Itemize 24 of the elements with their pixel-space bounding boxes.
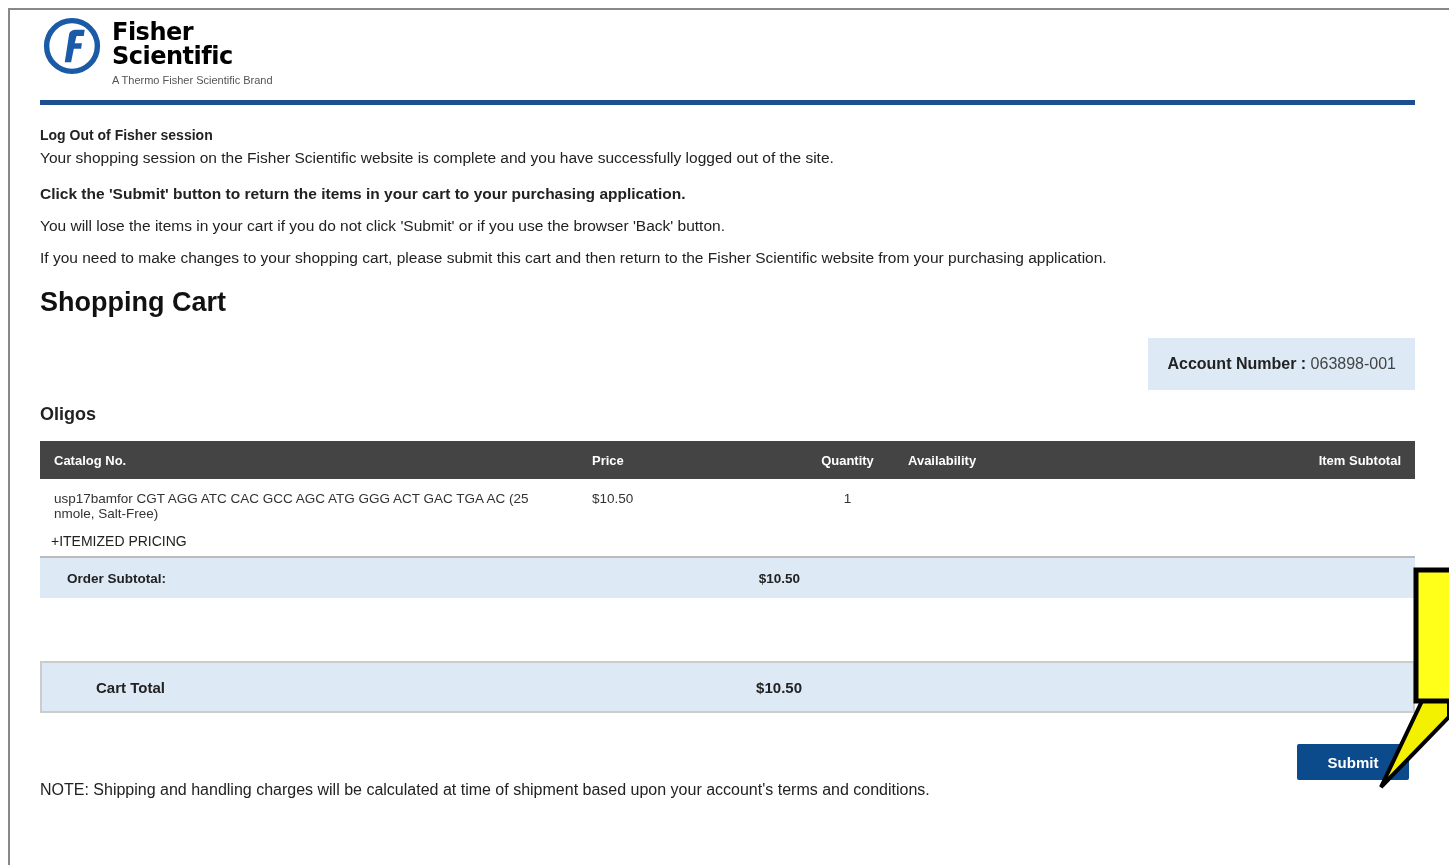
- shipping-note: NOTE: Shipping and handling charges will be calculated at time of shipment based upon your account's terms and conditions.: [40, 781, 931, 799]
- submit-instruction: Click the 'Submit' button to return the items in your cart to your purchasing application.: [40, 185, 687, 203]
- table-cell-text: usp17bamfor CGT AGG ATC CAC GCC AGC ATG GGG ACT GAC TGA AC (25 nmole, Salt-Free): [54, 491, 530, 521]
- logo-tagline: A Thermo Fisher Scientific Brand: [112, 74, 273, 86]
- table-cell-text: 1: [842, 491, 853, 508]
- changes-note: If you need to make changes to your shopping cart, please submit this cart and then return to the Fisher Scientific website from your purchasing application.: [40, 249, 1108, 267]
- itemized-pricing-link[interactable]: +ITEMIZED PRICING: [51, 533, 187, 549]
- logo-name: Fisher Scientific: [112, 20, 234, 68]
- page-title: Shopping Cart: [40, 287, 227, 318]
- column-header: Availability: [907, 452, 978, 468]
- account-number-panel: Account Number : 063898-001: [1148, 338, 1415, 390]
- column-header: Item Subtotal: [1317, 452, 1401, 468]
- table-cell-text: $10.50: [592, 491, 635, 508]
- cart-total-value: $10.50: [755, 678, 802, 696]
- section-heading: Oligos: [40, 404, 97, 425]
- order-subtotal-label: Order Subtotal:: [66, 570, 167, 586]
- column-header: Price: [592, 452, 625, 468]
- logout-message: Your shopping session on the Fisher Scientific website is complete and you have successfully logged out of the site.: [40, 148, 835, 168]
- logout-heading: Log Out of Fisher session: [40, 127, 214, 143]
- column-header: Catalog No.: [54, 452, 128, 468]
- cart-total-label: Cart Total: [95, 678, 166, 696]
- order-subtotal-value: $10.50: [757, 570, 800, 586]
- warning-text: You will lose the items in your cart if you do not click 'Submit' or if you use the browser 'Back' button.: [40, 217, 726, 235]
- column-header: Quantity: [820, 452, 875, 468]
